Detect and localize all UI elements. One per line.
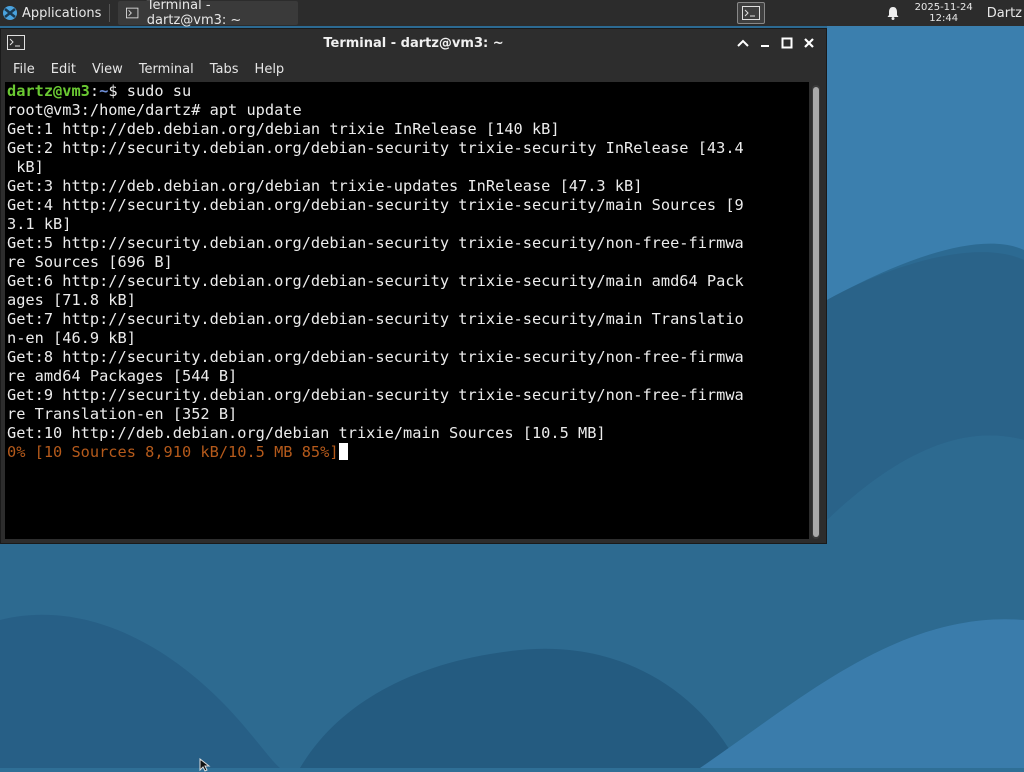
terminal-icon xyxy=(741,6,760,20)
top-panel: Applications Terminal - dartz@vm3: ~ 202… xyxy=(0,0,1024,28)
mouse-pointer-icon xyxy=(199,758,211,772)
terminal-line: n-en [46.9 kB] xyxy=(7,329,136,347)
terminal-line: Get:9 http://security.debian.org/debian-… xyxy=(7,386,744,404)
prompt-user: dartz@vm3 xyxy=(7,82,90,100)
terminal-line: Get:2 http://security.debian.org/debian-… xyxy=(7,139,744,157)
terminal-line: Get:7 http://security.debian.org/debian-… xyxy=(7,310,744,328)
prompt-path: ~ xyxy=(99,82,109,100)
progress-text: 0% [10 Sources 8,910 kB/10.5 MB 85%] xyxy=(7,443,339,461)
terminal-line: Get:1 http://deb.debian.org/debian trixi… xyxy=(7,120,560,138)
terminal-line: Get:4 http://security.debian.org/debian-… xyxy=(7,196,744,214)
terminal-progress-line: 0% [10 Sources 8,910 kB/10.5 MB 85%] xyxy=(7,443,809,462)
close-button[interactable] xyxy=(798,33,820,53)
terminal-window: Terminal - dartz@vm3: ~ File Edit View T… xyxy=(0,28,827,544)
window-titlebar[interactable]: Terminal - dartz@vm3: ~ xyxy=(1,29,826,57)
terminal-prompt-line: dartz@vm3:~$ sudo su xyxy=(7,82,809,101)
menu-file[interactable]: File xyxy=(5,62,43,77)
xfce-apps-icon xyxy=(3,6,17,20)
terminal-scrollbar[interactable] xyxy=(812,85,820,539)
menu-view[interactable]: View xyxy=(84,62,131,77)
minimize-button[interactable] xyxy=(754,33,776,53)
maximize-button[interactable] xyxy=(776,33,798,53)
close-icon xyxy=(804,38,814,48)
taskbar-terminal-label: Terminal - dartz@vm3: ~ xyxy=(146,0,242,28)
text-cursor xyxy=(338,443,348,460)
menu-edit[interactable]: Edit xyxy=(43,62,84,77)
terminal-icon xyxy=(126,7,139,19)
scrollbar-thumb[interactable] xyxy=(813,87,819,537)
terminal-line: re Sources [696 B] xyxy=(7,253,173,271)
terminal-line: re Translation-en [352 B] xyxy=(7,405,238,423)
user-menu[interactable]: Dartz xyxy=(987,6,1022,21)
clock-time: 12:44 xyxy=(929,13,959,24)
shade-button[interactable] xyxy=(732,33,754,53)
menu-terminal[interactable]: Terminal xyxy=(131,62,202,77)
terminal-line: Get:10 http://deb.debian.org/debian trix… xyxy=(7,424,606,442)
prompt-separator: : xyxy=(89,82,100,100)
menu-bar: File Edit View Terminal Tabs Help xyxy=(1,57,826,81)
terminal-line: re amd64 Packages [544 B] xyxy=(7,367,238,385)
applications-label: Applications xyxy=(22,5,102,21)
window-title: Terminal - dartz@vm3: ~ xyxy=(323,35,504,51)
applications-menu-button[interactable]: Applications xyxy=(0,0,105,26)
panel-separator xyxy=(109,4,111,22)
maximize-icon xyxy=(781,37,793,49)
terminal-line: Get:5 http://security.debian.org/debian-… xyxy=(7,234,744,252)
terminal-line: ages [71.8 kB] xyxy=(7,291,136,309)
panel-clock[interactable]: 2025-11-24 12:44 xyxy=(915,2,973,24)
chevron-up-icon xyxy=(737,39,749,47)
terminal-line: Get:8 http://security.debian.org/debian-… xyxy=(7,348,744,366)
terminal-launcher-button[interactable] xyxy=(736,2,765,24)
terminal-line: root@vm3:/home/dartz# apt update xyxy=(7,101,302,119)
terminal-line: 3.1 kB] xyxy=(7,215,72,233)
terminal-output[interactable]: dartz@vm3:~$ sudo su root@vm3:/home/dart… xyxy=(5,82,809,539)
terminal-line: Get:3 http://deb.debian.org/debian trixi… xyxy=(7,177,643,195)
clock-date: 2025-11-24 xyxy=(914,2,973,13)
minimize-icon xyxy=(761,45,769,47)
bell-icon[interactable] xyxy=(885,5,901,21)
terminal-line: Get:6 http://security.debian.org/debian-… xyxy=(7,272,744,290)
prompt-command: $ sudo su xyxy=(108,82,192,100)
terminal-line: kB] xyxy=(7,158,44,176)
menu-tabs[interactable]: Tabs xyxy=(202,62,247,77)
menu-help[interactable]: Help xyxy=(247,62,293,77)
taskbar-terminal-button[interactable]: Terminal - dartz@vm3: ~ xyxy=(118,0,299,28)
